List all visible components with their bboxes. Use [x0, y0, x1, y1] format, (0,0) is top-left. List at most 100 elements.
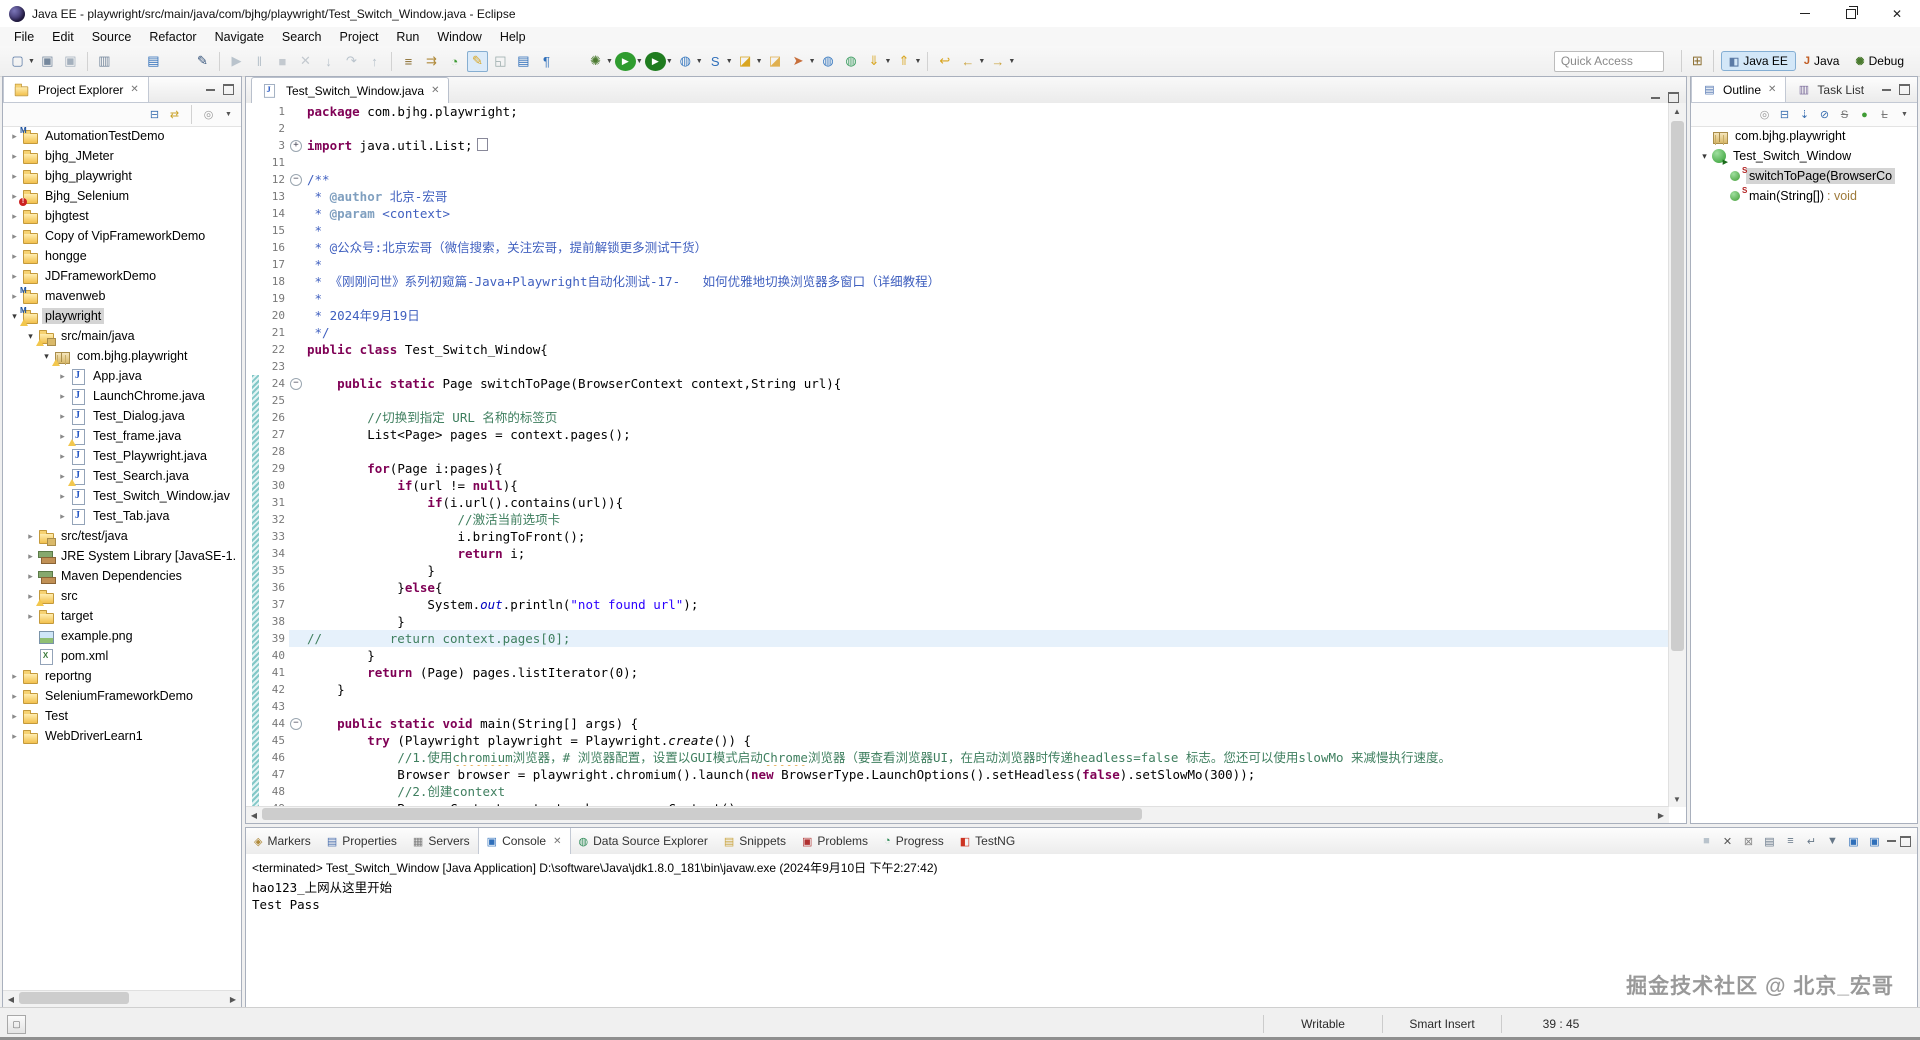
upload-dropdown-icon[interactable]: ▼ [914, 58, 921, 65]
expand-arrow-icon[interactable]: ▸ [23, 551, 38, 562]
minimize-editor-icon[interactable] [1651, 96, 1660, 99]
tree-item-app-java[interactable]: ▸ App.java [3, 366, 241, 386]
scroll-up-icon[interactable]: ▲ [1669, 103, 1685, 119]
expand-arrow-icon[interactable]: ▸ [55, 451, 70, 462]
coverage-count-icon[interactable]: ◔ [444, 51, 465, 72]
step-into-icon[interactable]: ↓ [318, 51, 339, 72]
open-folder-icon[interactable]: ◪ [735, 51, 756, 72]
restore-button[interactable] [1828, 0, 1874, 27]
link-pair-icon[interactable]: ◱ [490, 51, 511, 72]
soap-monitor-icon[interactable]: S [705, 51, 726, 72]
code-line-16[interactable]: 16 * @公众号:北京宏哥（微信搜索，关注宏哥，提前解锁更多测试干货） [246, 239, 1669, 256]
new-web-service-icon[interactable]: ◍ [675, 51, 696, 72]
show-public-icon[interactable]: ● [1856, 106, 1873, 123]
open-element-icon[interactable]: ▤ [143, 51, 164, 72]
expand-arrow-icon[interactable]: ▸ [7, 151, 22, 162]
minimized-views-icon[interactable]: ▢ [7, 1014, 26, 1034]
scrollbar-thumb[interactable] [262, 808, 1142, 820]
code-line-24[interactable]: 24− public static Page switchToPage(Brow… [246, 375, 1669, 392]
deploy-dropdown-icon[interactable]: ▼ [809, 58, 816, 65]
maximize-view-icon[interactable] [1899, 84, 1910, 95]
minimize-button[interactable] [1782, 0, 1828, 27]
code-line-25[interactable]: 25 [246, 392, 1669, 409]
perspective-java[interactable]: J Java [1796, 51, 1847, 71]
mark-pen-icon[interactable]: ✎ [192, 51, 213, 72]
upload-icon[interactable]: ⇑ [893, 51, 914, 72]
code-line-12[interactable]: 12−/** [246, 171, 1669, 188]
code-line-3[interactable]: 3 + import java.util.List; [246, 137, 1669, 154]
collapsed-region-icon[interactable] [476, 138, 488, 151]
tab-testng[interactable]: ◧ TestNG [952, 828, 1023, 854]
code-line-42[interactable]: 42 } [246, 681, 1669, 698]
editor-vscrollbar[interactable]: ▲ ▼ [1668, 103, 1686, 807]
code-line-1[interactable]: 1 package com.bjhg.playwright; [246, 103, 1669, 120]
hide-fields-icon[interactable]: ⊘ [1816, 106, 1833, 123]
open-folder-dropdown-icon[interactable]: ▼ [756, 58, 763, 65]
scroll-down-icon[interactable]: ▼ [1669, 791, 1685, 807]
code-line-45[interactable]: 45 try (Playwright playwright = Playwrig… [246, 732, 1669, 749]
close-button[interactable]: ✕ [1874, 0, 1920, 27]
pin-console-icon[interactable]: ▼ [1824, 833, 1841, 850]
fold-collapse-icon[interactable]: − [290, 378, 302, 390]
show-whitespace-icon[interactable]: ¶ [536, 51, 557, 72]
expand-arrow-icon[interactable]: ▸ [7, 271, 22, 282]
tree-item-pom-xml[interactable]: pom.xml [3, 646, 241, 666]
code-line-21[interactable]: 21 */ [246, 324, 1669, 341]
tree-item-maven-dependencies[interactable]: ▸ Maven Dependencies [3, 566, 241, 586]
menu-refactor[interactable]: Refactor [140, 29, 205, 45]
menu-run[interactable]: Run [387, 29, 428, 45]
tree-item-test-dialog-java[interactable]: ▸ Test_Dialog.java [3, 406, 241, 426]
tree-item-src[interactable]: ▸ src [3, 586, 241, 606]
remove-all-launches-icon[interactable]: ⊠ [1740, 833, 1757, 850]
code-line-15[interactable]: 15 * [246, 222, 1669, 239]
view-menu-icon[interactable]: ▼ [220, 106, 237, 123]
scroll-lock-icon[interactable]: ≡ [1782, 833, 1799, 850]
save-all-icon[interactable]: ▣ [60, 51, 81, 72]
fold-collapse-icon[interactable]: − [290, 174, 302, 186]
menu-window[interactable]: Window [428, 29, 490, 45]
tree-item-bjhgtest[interactable]: ▸ bjhgtest [3, 206, 241, 226]
code-line-32[interactable]: 32 //激活当前选项卡 [246, 511, 1669, 528]
tree-item-example-png[interactable]: example.png [3, 626, 241, 646]
minimize-view-icon[interactable] [1882, 88, 1891, 91]
tree-item-playwright[interactable]: ▾ Mplaywright [3, 306, 241, 326]
code-line-47[interactable]: 47 Browser browser = playwright.chromium… [246, 766, 1669, 783]
soap-monitor-dropdown-icon[interactable]: ▼ [726, 58, 733, 65]
code-line-31[interactable]: 31 if(i.url().contains(url)){ [246, 494, 1669, 511]
tab-console[interactable]: ▣ Console ✕ [477, 828, 571, 854]
back-icon[interactable]: ← [957, 51, 978, 72]
code-line-29[interactable]: 29 for(Page i:pages){ [246, 460, 1669, 477]
expand-arrow-icon[interactable]: ▸ [7, 231, 22, 242]
tree-item-test-tab-java[interactable]: ▸ Test_Tab.java [3, 506, 241, 526]
disconnect-icon[interactable]: ✕ [295, 51, 316, 72]
code-line-14[interactable]: 14 * @param <context> [246, 205, 1669, 222]
scroll-right-icon[interactable]: ▶ [1653, 807, 1669, 823]
code-line-18[interactable]: 18 * 《刚刚问世》系列初窥篇-Java+Playwright自动化测试-17… [246, 273, 1669, 290]
expand-arrow-icon[interactable]: ▸ [55, 371, 70, 382]
tree-item-bjhg-selenium[interactable]: ▸! Bjhg_Selenium [3, 186, 241, 206]
menu-search[interactable]: Search [273, 29, 331, 45]
last-edit-location-icon[interactable]: ↩ [934, 51, 955, 72]
collapse-all-icon[interactable]: ⊟ [146, 106, 163, 123]
forward-icon[interactable]: → [987, 51, 1008, 72]
tree-item-jre-system-library-javase-1-[interactable]: ▸ JRE System Library [JavaSE-1. [3, 546, 241, 566]
project-explorer-hscrollbar[interactable]: ◀ ▶ [3, 990, 241, 1007]
tab-markers[interactable]: ◈ Markers [246, 828, 319, 854]
link-with-editor-icon[interactable]: ⇄ [166, 106, 183, 123]
tree-item-test-playwright-java[interactable]: ▸ Test_Playwright.java [3, 446, 241, 466]
terminate-console-icon[interactable]: ■ [1698, 833, 1715, 850]
code-line-23[interactable]: 23 [246, 358, 1669, 375]
expand-arrow-icon[interactable]: ▸ [23, 531, 38, 542]
close-icon[interactable]: ✕ [553, 836, 561, 847]
remove-launch-icon[interactable]: ✕ [1719, 833, 1736, 850]
menu-help[interactable]: Help [491, 29, 535, 45]
highlighter-icon[interactable]: ✎ [466, 50, 488, 72]
tree-item-test-search-java[interactable]: ▸Test_Search.java [3, 466, 241, 486]
expand-arrow-icon[interactable]: ▸ [23, 571, 38, 582]
tree-item-seleniumframeworkdemo[interactable]: ▸ SeleniumFrameworkDemo [3, 686, 241, 706]
code-line-41[interactable]: 41 return (Page) pages.listIterator(0); [246, 664, 1669, 681]
view-menu-icon[interactable]: ▼ [1896, 106, 1913, 123]
code-line-37[interactable]: 37 System.out.println("not found url"); [246, 596, 1669, 613]
debug-icon[interactable]: ✺ [585, 51, 606, 72]
tab-progress[interactable]: ◔ Progress [876, 828, 952, 854]
